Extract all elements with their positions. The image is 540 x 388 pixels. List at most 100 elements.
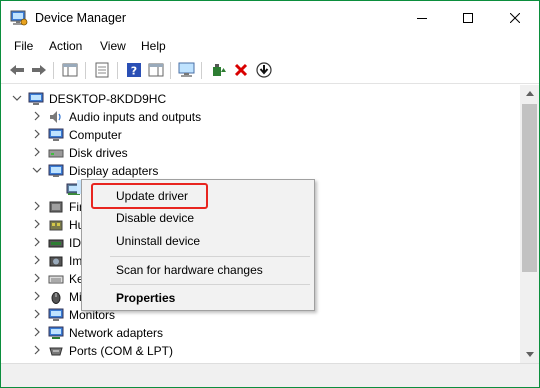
menu-view[interactable]: View — [100, 39, 126, 53]
scan-hardware-icon — [178, 62, 195, 77]
download-button[interactable] — [255, 61, 273, 79]
tree-item-label: Disk drives — [69, 146, 128, 160]
window-title: Device Manager — [35, 11, 127, 25]
monitor-icon — [48, 308, 64, 321]
tree-item-display-adapters[interactable]: Display adapters — [1, 162, 520, 180]
minimize-icon — [417, 18, 427, 19]
maximize-icon — [463, 13, 473, 23]
display-adapter-icon — [48, 164, 64, 177]
help-icon: ? — [127, 63, 141, 78]
menu-file[interactable]: File — [14, 39, 33, 53]
menu-item-label: Scan for hardware changes — [116, 263, 263, 277]
tree-item-label: Network adapters — [69, 326, 164, 340]
tree-item-ports[interactable]: Ports (COM & LPT) — [1, 342, 520, 360]
chevron-right-icon[interactable] — [32, 129, 42, 139]
close-icon — [510, 13, 520, 23]
properties-icon — [95, 62, 109, 78]
menu-separator — [110, 256, 310, 257]
mouse-icon — [51, 292, 61, 304]
update-driver-icon — [213, 64, 226, 76]
close-button[interactable] — [492, 1, 538, 35]
scroll-down-arrow-icon — [525, 352, 534, 357]
scan-hardware-button[interactable] — [178, 61, 196, 79]
action-pane-icon — [148, 63, 164, 77]
minimize-button[interactable] — [399, 1, 445, 35]
uninstall-icon — [234, 63, 248, 77]
tree-item-computer[interactable]: Computer — [1, 126, 520, 144]
properties-button[interactable] — [93, 61, 111, 79]
menu-help[interactable]: Help — [141, 39, 166, 53]
tree-item-label: Ports (COM & LPT) — [69, 344, 174, 358]
menu-item-label: Uninstall device — [116, 234, 201, 248]
chevron-down-icon[interactable] — [32, 165, 42, 175]
chevron-right-icon[interactable] — [32, 147, 42, 157]
help-button[interactable]: ? — [125, 61, 143, 79]
speaker-icon — [50, 111, 61, 123]
hid-icon — [49, 220, 63, 231]
menu-separator — [110, 284, 310, 285]
chevron-right-icon[interactable] — [32, 327, 42, 337]
toolbar-separator — [170, 62, 171, 79]
chevron-right-icon[interactable] — [32, 345, 42, 355]
chevron-right-icon[interactable] — [32, 309, 42, 319]
chevron-right-icon[interactable] — [32, 219, 42, 229]
svg-text:?: ? — [131, 65, 137, 78]
scrollbar-thumb[interactable] — [522, 104, 537, 272]
tree-root[interactable]: DESKTOP-8KDD9HC — [1, 90, 520, 108]
chevron-right-icon[interactable] — [32, 255, 42, 265]
tree-item-label: Audio inputs and outputs — [69, 110, 202, 124]
tree-item-network-adapters[interactable]: Network adapters — [1, 324, 520, 342]
tree-root-label: DESKTOP-8KDD9HC — [49, 92, 167, 106]
show-hide-tree-button[interactable] — [61, 61, 79, 79]
tree-item-label: ID — [69, 236, 81, 250]
scroll-up-button[interactable] — [520, 85, 539, 102]
vertical-scrollbar[interactable] — [520, 85, 539, 363]
scroll-down-button[interactable] — [520, 346, 539, 363]
menu-action[interactable]: Action — [49, 39, 82, 53]
update-driver-highlight — [91, 183, 208, 209]
network-adapter-icon — [48, 326, 64, 339]
tree-item-audio[interactable]: Audio inputs and outputs — [1, 108, 520, 126]
toolbar-separator — [117, 62, 118, 79]
computer-icon — [28, 92, 44, 105]
device-manager-icon — [10, 10, 28, 26]
device-manager-window: Device Manager File Action View Help ? D… — [0, 0, 540, 388]
menu-item-disable-device[interactable]: Disable device — [82, 207, 314, 229]
toolbar-separator — [53, 62, 54, 79]
download-icon — [256, 62, 272, 78]
back-arrow-icon — [10, 65, 24, 75]
chevron-right-icon[interactable] — [32, 201, 42, 211]
chevron-right-icon[interactable] — [32, 111, 42, 121]
maximize-button[interactable] — [445, 1, 491, 35]
tree-item-label: Computer — [69, 128, 122, 142]
port-icon — [49, 347, 63, 356]
ide-icon — [48, 239, 64, 248]
back-button[interactable] — [8, 61, 26, 79]
menu-item-label: Disable device — [116, 211, 195, 225]
chevron-down-icon[interactable] — [12, 93, 22, 103]
update-driver-button[interactable] — [210, 61, 228, 79]
uninstall-button[interactable] — [232, 61, 250, 79]
disk-drive-icon — [48, 149, 64, 158]
toolbar: ? — [1, 57, 539, 84]
forward-button[interactable] — [30, 61, 48, 79]
toolbar-separator — [85, 62, 86, 79]
keyboard-icon — [48, 275, 64, 284]
menu-item-label: Properties — [116, 291, 176, 305]
tree-item-disk-drives[interactable]: Disk drives — [1, 144, 520, 162]
menu-item-scan-hardware[interactable]: Scan for hardware changes — [82, 259, 314, 281]
chevron-right-icon[interactable] — [32, 291, 42, 301]
menu-item-uninstall-device[interactable]: Uninstall device — [82, 230, 314, 252]
action-pane-button[interactable] — [147, 61, 165, 79]
tree-item-label: Mi — [69, 290, 82, 304]
scroll-up-arrow-icon — [525, 91, 534, 96]
tree-item-label: Display adapters — [69, 164, 159, 178]
title-bar[interactable]: Device Manager — [1, 1, 539, 35]
menu-item-properties[interactable]: Properties — [82, 287, 314, 309]
show-hide-tree-icon — [62, 63, 78, 77]
toolbar-separator — [201, 62, 202, 79]
menu-bar: File Action View Help — [1, 35, 539, 57]
chevron-right-icon[interactable] — [32, 273, 42, 283]
chevron-right-icon[interactable] — [32, 237, 42, 247]
forward-arrow-icon — [32, 65, 46, 75]
